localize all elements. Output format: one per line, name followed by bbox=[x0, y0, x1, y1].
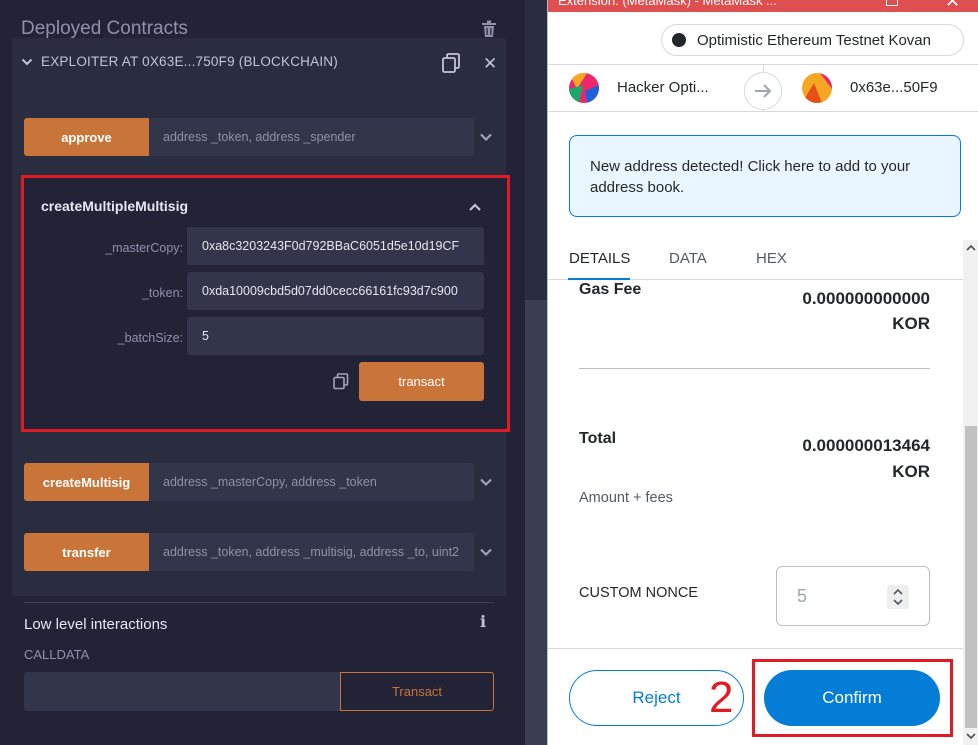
divider bbox=[24, 602, 494, 603]
calldata-input[interactable] bbox=[24, 672, 340, 711]
metamask-popup: Extension: (MetaMask) - MetaMask ... ✕ O… bbox=[547, 0, 978, 745]
create-multisig-button[interactable]: createMultisig bbox=[24, 463, 149, 501]
gas-fee-unit: KOR bbox=[892, 314, 930, 333]
create-multiple-multisig-title: createMultipleMultisig bbox=[41, 198, 189, 214]
info-icon[interactable]: i bbox=[480, 612, 486, 631]
chevron-down-icon[interactable] bbox=[479, 475, 493, 489]
from-avatar bbox=[569, 73, 599, 103]
total-unit: KOR bbox=[892, 462, 930, 481]
metamask-scrollbar-thumb[interactable] bbox=[965, 426, 977, 728]
remix-scrollbar[interactable] bbox=[525, 0, 547, 745]
param-label-token: _token: bbox=[141, 286, 183, 300]
gas-fee-label: Gas Fee bbox=[579, 281, 642, 298]
remix-panel: Deployed Contracts EXPLOITER AT 0X63E...… bbox=[0, 0, 547, 745]
gas-fee-amount: 0.000000000000 bbox=[802, 289, 930, 308]
window-titlebar: Extension: (MetaMask) - MetaMask ... ✕ bbox=[548, 0, 978, 12]
new-address-notice[interactable]: New address detected! Click here to add … bbox=[569, 135, 961, 217]
trash-icon[interactable] bbox=[481, 20, 497, 38]
scroll-up-icon[interactable] bbox=[966, 244, 976, 252]
mastercopy-input[interactable]: 0xa8c3203243F0d792BBaC6051d5e10d19CF bbox=[187, 227, 484, 265]
approve-args-input[interactable]: address _token, address _spender bbox=[149, 118, 474, 156]
low-level-transact-button[interactable]: Transact bbox=[340, 672, 494, 711]
deployed-contracts-title: Deployed Contracts bbox=[21, 18, 188, 39]
tab-hex[interactable]: HEX bbox=[756, 250, 787, 267]
copy-icon[interactable] bbox=[442, 53, 460, 73]
details-panel: Gas Fee 0.000000000000 KOR Total 0.00000… bbox=[548, 281, 963, 645]
transact-button[interactable]: transact bbox=[359, 362, 484, 401]
annotation-box-2 bbox=[752, 659, 953, 737]
to-account-address[interactable]: 0x63e...50F9 bbox=[850, 79, 938, 96]
calldata-label: CALLDATA bbox=[24, 647, 90, 662]
amount-fees-label: Amount + fees bbox=[579, 490, 673, 506]
chevron-down-icon[interactable] bbox=[479, 130, 493, 144]
arrow-right-icon bbox=[744, 72, 782, 110]
metamask-scrollbar[interactable] bbox=[963, 240, 978, 745]
total-label: Total bbox=[579, 430, 617, 447]
nonce-stepper-icon[interactable] bbox=[887, 585, 909, 609]
active-tab-indicator bbox=[568, 278, 630, 280]
transfer-args-input[interactable]: address _token, address _multisig, addre… bbox=[149, 533, 474, 571]
action-footer: Reject 2 Confirm bbox=[548, 648, 963, 745]
custom-nonce-label: CUSTOM NONCE bbox=[579, 585, 698, 601]
param-label-mastercopy: _masterCopy: bbox=[105, 241, 183, 255]
low-level-title: Low level interactions bbox=[24, 616, 168, 633]
create-multisig-args-input[interactable]: address _masterCopy, address _token bbox=[149, 463, 474, 501]
details-divider bbox=[579, 368, 930, 369]
account-row: Hacker Opti... 0x63e...50F9 bbox=[548, 64, 978, 112]
approve-button[interactable]: approve bbox=[24, 118, 149, 156]
gas-fee-value: 0.000000000000 KOR bbox=[748, 286, 930, 336]
copy-icon[interactable] bbox=[333, 373, 349, 390]
tab-data[interactable]: DATA bbox=[669, 250, 707, 267]
chevron-down-icon[interactable] bbox=[479, 545, 493, 559]
close-icon[interactable]: ✕ bbox=[945, 0, 960, 12]
contract-label: EXPLOITER AT 0X63E...750F9 (BLOCKCHAIN) bbox=[41, 54, 338, 69]
chevron-up-icon[interactable] bbox=[468, 201, 482, 213]
close-icon[interactable]: ✕ bbox=[483, 54, 497, 74]
scroll-down-icon[interactable] bbox=[966, 732, 976, 740]
custom-nonce-input[interactable]: 5 bbox=[776, 566, 930, 626]
token-input[interactable]: 0xda10009cbd5d07dd0cecc66161fc93d7c900 bbox=[187, 272, 484, 310]
tx-tabs: DETAILS DATA HEX bbox=[548, 240, 963, 280]
network-selector[interactable]: Optimistic Ethereum Testnet Kovan bbox=[661, 24, 964, 56]
network-dot-icon bbox=[672, 33, 686, 47]
window-title: Extension: (MetaMask) - MetaMask ... bbox=[558, 0, 777, 8]
network-name: Optimistic Ethereum Testnet Kovan bbox=[697, 31, 931, 49]
annotation-label-2: 2 bbox=[709, 673, 734, 722]
total-value: 0.000000013464 KOR bbox=[748, 433, 930, 485]
maximize-icon[interactable] bbox=[886, 0, 898, 6]
param-label-batchsize: _batchSize: bbox=[117, 331, 183, 345]
tab-details[interactable]: DETAILS bbox=[569, 250, 630, 267]
remix-scrollbar-thumb[interactable] bbox=[525, 300, 547, 745]
custom-nonce-placeholder: 5 bbox=[797, 585, 808, 606]
from-account-name[interactable]: Hacker Opti... bbox=[617, 79, 709, 96]
total-amount: 0.000000013464 bbox=[802, 436, 930, 455]
to-avatar bbox=[802, 73, 832, 103]
chevron-down-icon[interactable] bbox=[21, 56, 33, 68]
batchsize-input[interactable]: 5 bbox=[187, 317, 484, 355]
transfer-button[interactable]: transfer bbox=[24, 533, 149, 571]
